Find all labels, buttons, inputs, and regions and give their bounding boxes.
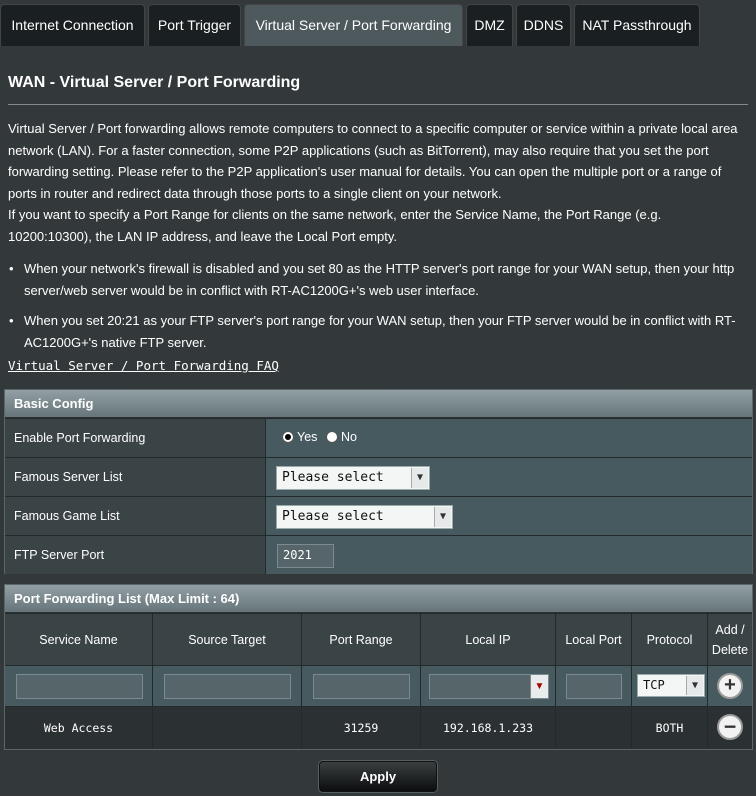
enable-yes-radio[interactable] — [282, 431, 294, 443]
famous-game-value: Please select — [282, 509, 384, 524]
enable-port-forwarding-row: Enable Port Forwarding Yes No — [5, 418, 752, 457]
famous-server-row: Famous Server List Please select ▼ — [5, 457, 752, 496]
ftp-port-row: FTP Server Port 2021 — [5, 535, 752, 574]
pf-list-header: Port Forwarding List (Max Limit : 64) — [5, 585, 752, 613]
new-local-port-input[interactable] — [566, 674, 622, 699]
new-protocol-value: TCP — [643, 678, 665, 692]
col-source-target: Source Target — [153, 613, 302, 665]
tab-dmz[interactable]: DMZ — [466, 4, 513, 46]
pf-new-entry-row: ▼ TCP ▼ + — [5, 665, 752, 706]
chevron-down-icon: ▼ — [434, 507, 451, 527]
description: Virtual Server / Port forwarding allows … — [8, 118, 748, 247]
minus-circle-icon[interactable]: − — [717, 714, 743, 740]
notes-list: When your network's firewall is disabled… — [8, 258, 748, 353]
enable-yes-label: Yes — [297, 430, 318, 444]
famous-server-value: Please select — [282, 470, 384, 485]
title-divider — [8, 104, 748, 105]
row-local-port — [556, 706, 632, 749]
new-port-range-input[interactable] — [313, 674, 410, 699]
plus-circle-icon[interactable]: + — [717, 673, 743, 699]
tab-virtual-server[interactable]: Virtual Server / Port Forwarding — [244, 4, 463, 46]
basic-config-panel: Basic Config Enable Port Forwarding Yes … — [4, 389, 753, 574]
local-ip-dropdown-icon[interactable]: ▼ — [530, 675, 548, 698]
chevron-down-icon: ▼ — [686, 676, 703, 695]
famous-game-label: Famous Game List — [5, 497, 266, 535]
row-local-ip: 192.168.1.233 — [421, 706, 556, 749]
famous-server-select[interactable]: Please select ▼ — [276, 466, 430, 490]
pf-list-column-headers: Service Name Source Target Port Range Lo… — [5, 613, 752, 665]
row-service-name: Web Access — [5, 706, 153, 749]
description-paragraph-1: Virtual Server / Port forwarding allows … — [8, 121, 738, 201]
enable-port-forwarding-label: Enable Port Forwarding — [5, 419, 266, 457]
note-ftp-conflict: When you set 20:21 as your FTP server's … — [8, 310, 748, 353]
row-source-target — [153, 706, 302, 749]
col-local-ip: Local IP — [421, 613, 556, 665]
chevron-down-icon: ▼ — [411, 468, 428, 488]
famous-server-label: Famous Server List — [5, 458, 266, 496]
tab-bar: Internet Connection Port Trigger Virtual… — [0, 0, 756, 46]
tab-port-trigger[interactable]: Port Trigger — [148, 4, 241, 46]
famous-game-row: Famous Game List Please select ▼ — [5, 496, 752, 535]
apply-button[interactable]: Apply — [319, 761, 437, 792]
col-local-port: Local Port — [556, 613, 632, 665]
enable-no-label: No — [341, 430, 357, 444]
description-paragraph-2: If you want to specify a Port Range for … — [8, 207, 662, 244]
ftp-port-input[interactable]: 2021 — [277, 544, 334, 568]
note-http-conflict: When your network's firewall is disabled… — [8, 258, 748, 301]
tab-internet-connection[interactable]: Internet Connection — [0, 4, 145, 46]
port-forwarding-list-panel: Port Forwarding List (Max Limit : 64) Se… — [4, 584, 753, 750]
new-source-target-input[interactable] — [164, 674, 291, 699]
table-row: Web Access 31259 192.168.1.233 BOTH − — [5, 706, 752, 749]
faq-link[interactable]: Virtual Server / Port Forwarding FAQ — [8, 358, 279, 373]
col-protocol: Protocol — [632, 613, 708, 665]
basic-config-header: Basic Config — [5, 390, 752, 418]
row-protocol: BOTH — [632, 706, 708, 749]
famous-game-select[interactable]: Please select ▼ — [276, 505, 453, 529]
ftp-port-label: FTP Server Port — [5, 536, 266, 574]
col-port-range: Port Range — [302, 613, 421, 665]
col-add-delete: Add / Delete — [708, 613, 752, 665]
tab-nat-passthrough[interactable]: NAT Passthrough — [574, 4, 700, 46]
new-protocol-select[interactable]: TCP ▼ — [637, 674, 705, 697]
enable-no-radio[interactable] — [326, 431, 338, 443]
page-title: WAN - Virtual Server / Port Forwarding — [8, 74, 301, 91]
col-service-name: Service Name — [5, 613, 153, 665]
tab-ddns[interactable]: DDNS — [516, 4, 571, 46]
new-service-name-input[interactable] — [16, 674, 143, 699]
row-port-range: 31259 — [302, 706, 421, 749]
